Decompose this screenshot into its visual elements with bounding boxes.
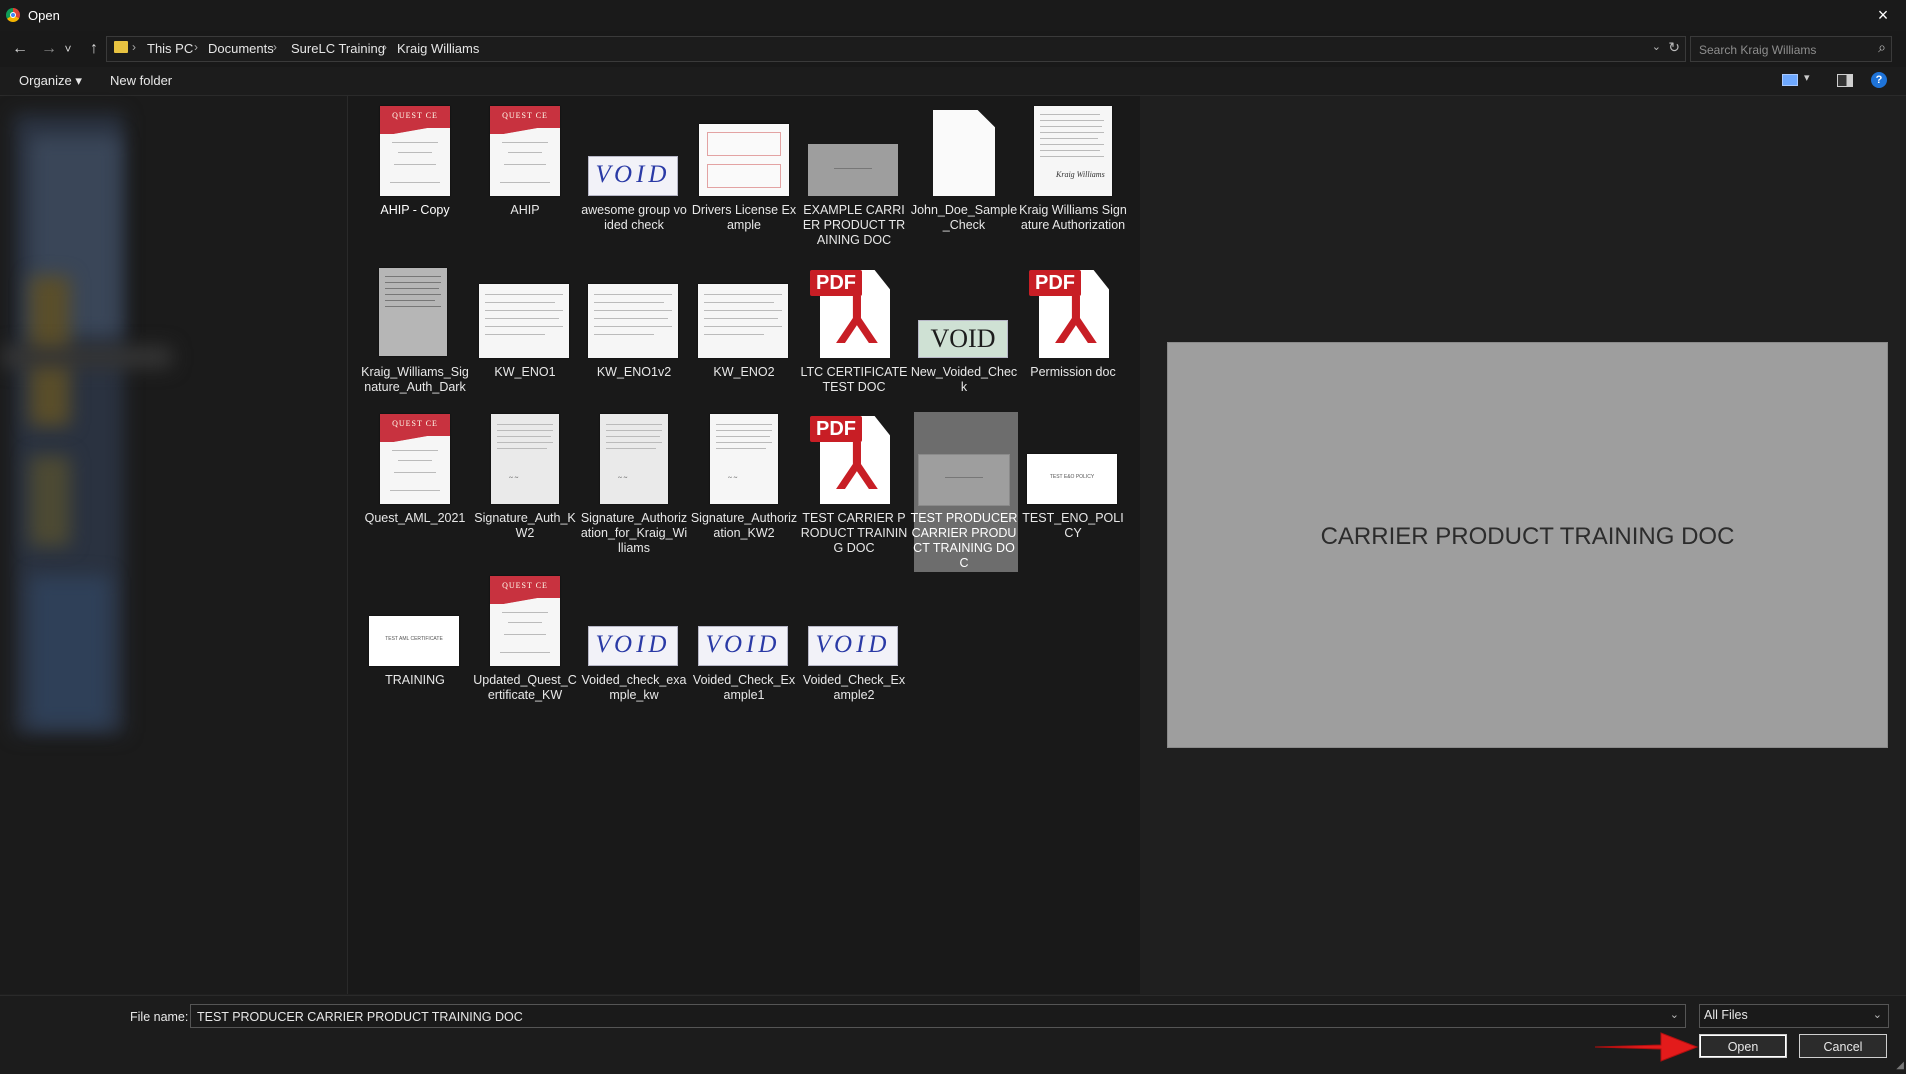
preview-text: CARRIER PRODUCT TRAINING DOC (1320, 523, 1735, 550)
chrome-icon (6, 8, 20, 22)
breadcrumb-surelc-training[interactable]: SureLC Training (291, 41, 385, 56)
toolbar (0, 67, 1906, 96)
file-name: AHIP - Copy (380, 203, 450, 217)
form-thumbnail (690, 268, 798, 360)
file-name: Voided_Check_Example1 (692, 673, 796, 702)
file-name: KW_ENO2 (713, 365, 775, 379)
preview-document: CARRIER PRODUCT TRAINING DOC (1167, 342, 1888, 748)
file-name: Drivers License Example (691, 203, 797, 232)
certificate-thumbnail: QUEST CE (361, 414, 469, 506)
cancel-button[interactable]: Cancel (1799, 1034, 1887, 1058)
file-name: Updated_Quest_Certificate_KW (473, 673, 577, 702)
chevron-right-icon: › (383, 40, 387, 54)
file-type-value: All Files (1704, 1008, 1748, 1022)
window-title: Open (28, 8, 60, 23)
chevron-down-icon[interactable]: ⌄ (1670, 1008, 1679, 1021)
recent-locations-icon[interactable]: ˅ (61, 37, 75, 61)
file-name: TEST PRODUCER CARRIER PRODUCT TRAINING D… (910, 511, 1018, 570)
file-name: EXAMPLE CARRIER PRODUCT TRAINING DOC (802, 203, 906, 247)
organize-button[interactable]: Organize ▾ (19, 73, 82, 89)
file-name: KW_ENO1 (494, 365, 556, 379)
voided-check-thumbnail: VOID (690, 576, 798, 668)
file-name: KW_ENO1v2 (596, 365, 672, 379)
file-type-select[interactable]: All Files ⌄ (1699, 1004, 1889, 1028)
document-thumbnail: TEST AML CERTIFICATE (361, 576, 469, 668)
voided-check-thumbnail: VOID (580, 106, 688, 198)
breadcrumb-this-pc[interactable]: This PC (147, 41, 193, 56)
file-name-combobox[interactable]: ⌄ (190, 1004, 1686, 1028)
chevron-down-icon[interactable]: ⌄ (1873, 1008, 1882, 1021)
file-name: Signature_Auth_KW2 (474, 511, 576, 540)
navigation-pane (0, 96, 348, 994)
search-icon[interactable]: ⌕ (1878, 39, 1886, 56)
voided-check-thumbnail: VOID (910, 268, 1018, 360)
document-thumbnail (800, 106, 908, 198)
red-arrow-annotation (1594, 1032, 1699, 1062)
file-name-label: File name: (130, 1010, 189, 1024)
refresh-icon[interactable]: ↻ (1668, 39, 1680, 56)
help-icon[interactable]: ? (1871, 72, 1887, 88)
chevron-down-icon[interactable]: ⌄ (1652, 40, 1661, 53)
pdf-icon: ⅄ PDF (800, 268, 908, 360)
file-name: John_Doe_Sample_Check (910, 203, 1018, 232)
letter-thumbnail: ~ ~ (690, 414, 798, 506)
letter-thumbnail: Kraig Williams (1019, 106, 1127, 198)
pdf-icon: ⅄ PDF (1019, 268, 1127, 360)
pdf-icon: ⅄ PDF (800, 414, 908, 506)
file-name: TEST_ENO_POLICY (1022, 511, 1124, 540)
file-name: Permission doc (1030, 365, 1116, 379)
letter-thumbnail: ~ ~ (471, 414, 579, 506)
certificate-thumbnail: QUEST CE (471, 106, 579, 198)
title-bar (0, 0, 1906, 32)
forward-icon[interactable]: → (37, 37, 61, 61)
resize-grip-icon[interactable]: ◢ (1896, 1060, 1904, 1071)
new-folder-button[interactable]: New folder (110, 73, 172, 88)
file-name: Quest_AML_2021 (364, 511, 466, 525)
file-name: Kraig_Williams_Signature_Auth_Dark (361, 365, 469, 394)
document-thumbnail (910, 414, 1018, 506)
license-thumbnail (690, 106, 798, 198)
file-name: Signature_Authorization_KW2 (690, 511, 798, 540)
back-icon[interactable]: ← (8, 37, 32, 61)
certificate-thumbnail: QUEST CE (361, 106, 469, 198)
letter-thumbnail: ~ ~ (580, 414, 688, 506)
voided-check-thumbnail: VOID (580, 576, 688, 668)
file-name: TEST CARRIER PRODUCT TRAINING DOC (800, 511, 908, 555)
preview-pane-icon[interactable] (1837, 74, 1853, 87)
folder-icon (114, 41, 128, 53)
open-button[interactable]: Open (1699, 1034, 1787, 1058)
view-dropdown-icon[interactable]: ▾ (1804, 71, 1810, 84)
breadcrumb-kraig-williams[interactable]: Kraig Williams (397, 41, 479, 56)
file-name: Signature_Authorization_for_Kraig_Willia… (580, 511, 688, 555)
voided-check-thumbnail: VOID (800, 576, 908, 668)
file-name: LTC CERTIFICATE TEST DOC (800, 365, 908, 394)
search-input[interactable] (1697, 40, 1866, 60)
file-name: Voided_check_example_kw (581, 673, 687, 702)
file-name: Voided_Check_Example2 (802, 673, 906, 702)
address-bar[interactable]: › This PC › Documents › SureLC Training … (106, 36, 1686, 62)
close-button[interactable]: × (1860, 0, 1906, 31)
chevron-right-icon: › (194, 40, 198, 54)
change-view-icon[interactable] (1782, 74, 1798, 86)
file-name: New_Voided_Check (910, 365, 1018, 394)
document-thumbnail: TEST E&O POLICY (1019, 414, 1127, 506)
breadcrumb-documents[interactable]: Documents (208, 41, 274, 56)
file-name-input[interactable] (195, 1007, 1659, 1027)
dark-letter-thumbnail (361, 268, 469, 360)
file-name: AHIP (510, 203, 540, 217)
certificate-thumbnail: QUEST CE (471, 576, 579, 668)
file-name: awesome group voided check (581, 203, 687, 232)
form-thumbnail (580, 268, 688, 360)
form-thumbnail (471, 268, 579, 360)
file-name: Kraig Williams Signature Authorization (1019, 203, 1127, 232)
search-box[interactable]: ⌕ (1690, 36, 1892, 62)
chevron-right-icon: › (132, 40, 136, 54)
up-icon[interactable]: ↑ (82, 37, 106, 61)
chevron-right-icon: › (273, 40, 277, 54)
file-name: TRAINING (385, 673, 445, 687)
blank-file-icon (910, 106, 1018, 198)
